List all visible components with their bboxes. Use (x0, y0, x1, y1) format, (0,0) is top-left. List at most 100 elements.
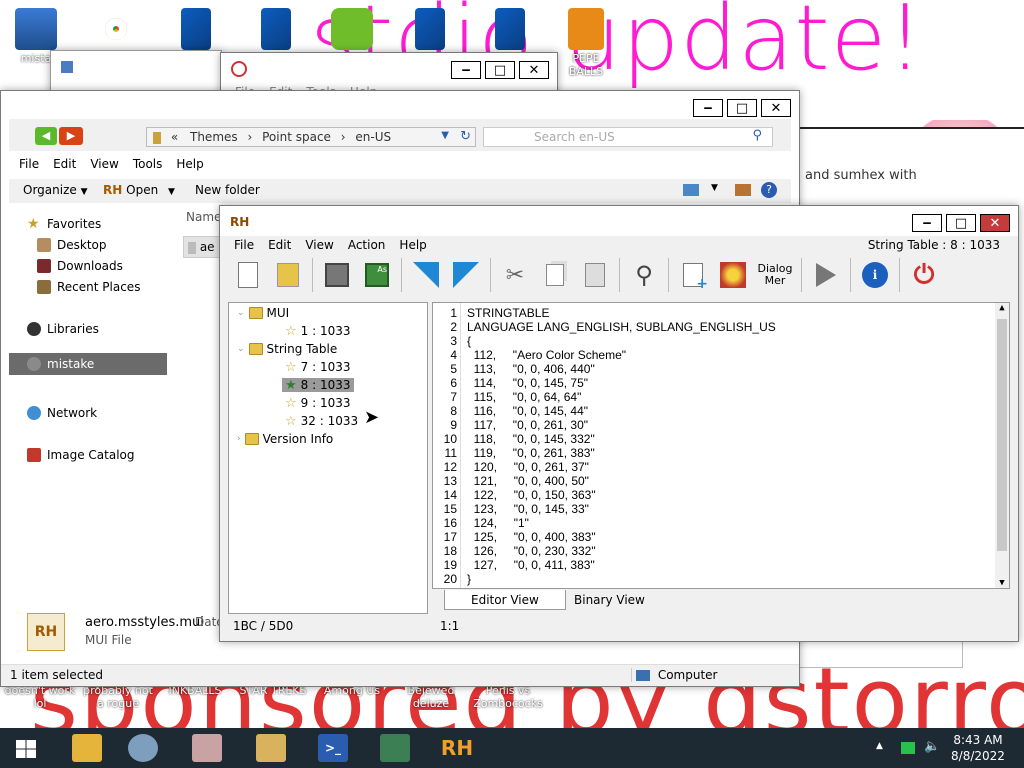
close-button[interactable]: ✕ (519, 61, 549, 79)
new-folder-button[interactable]: New folder (195, 183, 260, 197)
menu-help[interactable]: Help (399, 238, 426, 252)
tree-node-7-1033[interactable]: ☆ 7 : 1033 (285, 360, 351, 374)
sidebar-item-mistake[interactable]: mistake (9, 353, 167, 375)
code-editor[interactable]: 1 2 3 4 5 6 7 8 9 10 11 12 13 14 15 16 17 18 19 20 STRINGTA… (432, 302, 1010, 589)
minimize-button[interactable]: ‒ (693, 99, 723, 117)
code-line[interactable]: { (467, 334, 471, 348)
breadcrumb-themes[interactable]: Themes (190, 130, 238, 144)
desktop-icon-bejewed[interactable]: Bejewed deluze (396, 684, 466, 710)
code-line[interactable]: 113, "0, 0, 406, 440" (467, 362, 595, 376)
sidebar-item-desktop[interactable]: Desktop (37, 238, 107, 252)
vertical-scrollbar[interactable]: ▲ ▼ (995, 303, 1009, 588)
background-window-3[interactable] (795, 640, 963, 668)
minimize-button[interactable]: ‒ (451, 61, 481, 79)
scroll-thumb[interactable] (997, 319, 1007, 551)
paste-icon[interactable] (577, 258, 613, 292)
address-bar[interactable]: « Themes › Point space › en-US ▼ ↻ (146, 127, 476, 147)
play-icon[interactable] (808, 258, 844, 292)
add-image-icon[interactable] (715, 258, 751, 292)
tray-chevron-icon[interactable]: ▲ (876, 741, 883, 751)
new-file-icon[interactable] (230, 258, 266, 292)
forward-icon[interactable]: ▶ (59, 127, 83, 145)
code-line[interactable]: 115, "0, 0, 64, 64" (467, 390, 582, 404)
search-icon[interactable]: ⚲ (752, 128, 762, 143)
cut-icon[interactable]: ✂ (497, 258, 533, 292)
desktop-icon-doesnt-work[interactable]: doesn't work lol (2, 684, 78, 710)
save-as-icon[interactable]: As (359, 258, 395, 292)
info-icon[interactable]: i (857, 258, 893, 292)
tab-editor-view[interactable]: Editor View (444, 590, 566, 610)
maximize-button[interactable]: □ (946, 214, 976, 232)
view-icon[interactable] (683, 184, 699, 196)
open-file-icon[interactable] (270, 258, 306, 292)
tree-node-32-1033[interactable]: ☆ 32 : 1033 (285, 414, 358, 428)
breadcrumb-point-space[interactable]: Point space (262, 130, 331, 144)
menu-edit[interactable]: Edit (268, 238, 291, 252)
snipping-tool-icon[interactable] (192, 734, 222, 762)
monitor-icon[interactable] (380, 734, 410, 762)
desktop-icon-app[interactable] (246, 8, 306, 52)
sidebar-item-recent-places[interactable]: Recent Places (37, 280, 140, 294)
code-line[interactable]: 116, "0, 0, 145, 44" (467, 404, 588, 418)
expand-icon[interactable]: ⌄ (237, 308, 245, 318)
tab-binary-view[interactable]: Binary View (564, 590, 655, 610)
code-line[interactable]: LANGUAGE LANG_ENGLISH, SUBLANG_ENGLISH_U… (467, 320, 776, 334)
code-line[interactable]: 127, "0, 0, 411, 383" (467, 558, 595, 572)
save-icon[interactable] (319, 258, 355, 292)
back-icon[interactable]: ◀ (35, 127, 57, 145)
compile-up-icon[interactable] (448, 258, 484, 292)
power-icon[interactable]: ⏻ (906, 258, 942, 292)
rh-taskbar-icon[interactable]: RH (440, 734, 474, 762)
menu-file[interactable]: File (19, 157, 39, 171)
menu-view[interactable]: View (305, 238, 333, 252)
tree-node-mui[interactable]: ⌄ MUI (237, 306, 289, 320)
paint-icon[interactable] (128, 734, 158, 762)
code-line[interactable]: 125, "0, 0, 400, 383" (467, 530, 596, 544)
tray-app-icon[interactable] (901, 742, 915, 754)
tree-node-version-info[interactable]: › Version Info (237, 432, 333, 446)
code-line[interactable]: 126, "0, 0, 230, 332" (467, 544, 596, 558)
breadcrumb-en-us[interactable]: en-US (355, 130, 391, 144)
close-button[interactable]: ✕ (761, 99, 791, 117)
sidebar-item-image-catalog[interactable]: Image Catalog (27, 448, 134, 462)
app-icon[interactable] (256, 734, 286, 762)
code-line[interactable]: 114, "0, 0, 145, 75" (467, 376, 588, 390)
powershell-icon[interactable]: >_ (318, 734, 348, 762)
volume-icon[interactable]: 🔈 (924, 739, 940, 754)
menu-tools[interactable]: Tools (133, 157, 163, 171)
desktop-icon-pepe-balls[interactable]: PEPE BALLS (556, 8, 616, 78)
background-window[interactable] (50, 50, 222, 94)
chevron-down-icon[interactable]: ▼ (441, 130, 449, 141)
tree-node-9-1033[interactable]: ☆ 9 : 1033 (285, 396, 351, 410)
chevron-down-icon[interactable]: ▼ (711, 183, 718, 193)
code-line[interactable]: 123, "0, 0, 145, 33" (467, 502, 589, 516)
resource-hacker-window[interactable]: RH ‒ □ ✕ File Edit View Action Help Stri… (219, 205, 1019, 642)
code-line[interactable]: 121, "0, 0, 400, 50" (467, 474, 589, 488)
open-button[interactable]: RH Open ▼ (103, 183, 175, 197)
windows-start-icon[interactable] (16, 740, 36, 758)
code-line[interactable]: 124, "1" (467, 516, 529, 530)
menu-help[interactable]: Help (176, 157, 203, 171)
code-line[interactable]: 120, "0, 0, 261, 37" (467, 460, 589, 474)
tree-node-mui-1-1033[interactable]: ☆ 1 : 1033 (285, 324, 351, 338)
desktop-icon-app[interactable] (480, 8, 540, 52)
desktop-icon-chrome[interactable] (86, 8, 146, 52)
sidebar-item-libraries[interactable]: Libraries (27, 322, 99, 336)
code-line[interactable]: } (467, 572, 471, 586)
column-header-name[interactable]: Name (186, 210, 221, 224)
find-icon[interactable]: ⚲ (626, 258, 662, 292)
file-explorer-icon[interactable] (72, 734, 102, 762)
menu-file[interactable]: File (234, 238, 254, 252)
desktop-icon-probably-not[interactable]: probably not a rogue (80, 684, 156, 710)
tree-node-8-1033[interactable]: ★ 8 : 1033 (282, 378, 354, 392)
code-line[interactable]: 119, "0, 0, 261, 383" (467, 446, 595, 460)
compile-down-icon[interactable] (408, 258, 444, 292)
menu-edit[interactable]: Edit (53, 157, 76, 171)
add-resource-icon[interactable]: + (675, 258, 711, 292)
code-line[interactable]: 118, "0, 0, 145, 332" (467, 432, 595, 446)
menu-action[interactable]: Action (348, 238, 386, 252)
sidebar-item-network[interactable]: Network (27, 406, 97, 420)
code-line[interactable]: 112, "Aero Color Scheme" (467, 348, 626, 362)
preview-pane-icon[interactable] (735, 184, 751, 196)
scroll-down-icon[interactable]: ▼ (995, 578, 1009, 588)
